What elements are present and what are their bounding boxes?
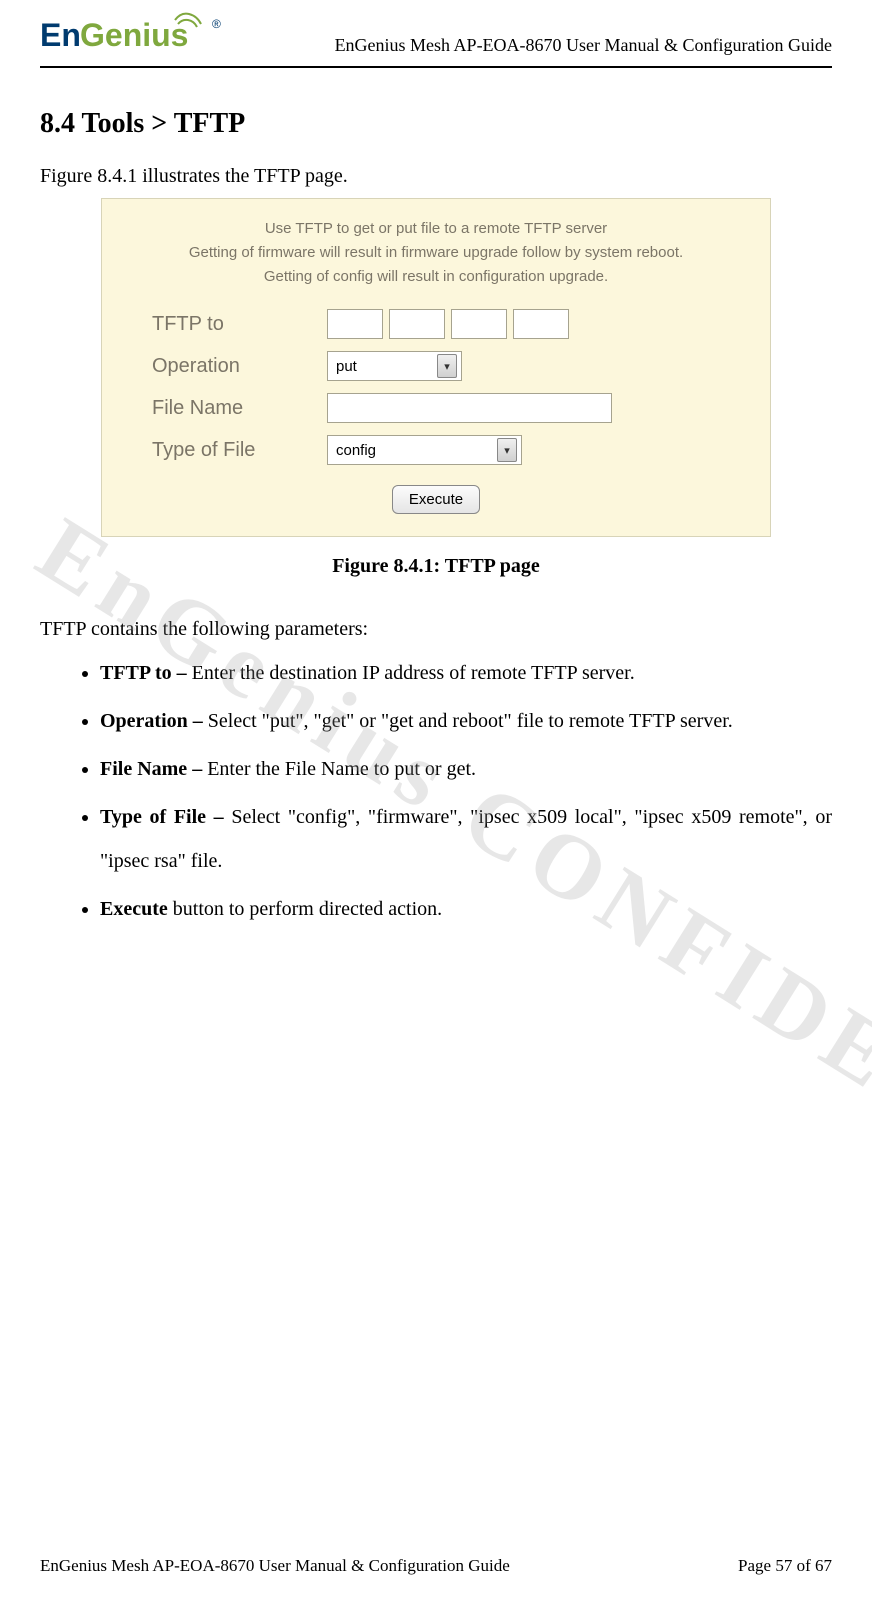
label-tftp-to: TFTP to [152, 313, 307, 336]
param-label: Execute [100, 898, 168, 920]
param-desc: Select "put", "get" or "get and reboot" … [208, 710, 733, 732]
file-name-input[interactable] [327, 393, 612, 423]
figure-caption: Figure 8.4.1: TFTP page [40, 555, 832, 578]
svg-text:®: ® [212, 17, 221, 31]
param-desc: Enter the destination IP address of remo… [192, 662, 635, 684]
section-heading: 8.4 Tools > TFTP [40, 108, 832, 140]
tftp-ip-octet-3[interactable] [451, 309, 507, 339]
screenshot-desc-1: Use TFTP to get or put file to a remote … [122, 217, 750, 241]
tftp-screenshot-panel: Use TFTP to get or put file to a remote … [101, 198, 771, 537]
params-list: TFTP to – Enter the destination IP addre… [40, 651, 832, 931]
tftp-to-ip-group [327, 309, 612, 339]
chevron-down-icon: ▾ [497, 438, 517, 462]
param-desc: Enter the File Name to put or get. [207, 758, 476, 780]
label-type-of-file: Type of File [152, 439, 307, 462]
type-of-file-value: config [336, 442, 376, 459]
chevron-down-icon: ▾ [437, 354, 457, 378]
svg-text:Genius: Genius [80, 17, 188, 53]
section-intro: Figure 8.4.1 illustrates the TFTP page. [40, 165, 832, 188]
type-of-file-select[interactable]: config ▾ [327, 435, 522, 465]
list-item: Execute button to perform directed actio… [100, 887, 832, 931]
header-doc-title: EnGenius Mesh AP-EOA-8670 User Manual & … [335, 35, 832, 56]
tftp-ip-octet-1[interactable] [327, 309, 383, 339]
page-header: En Genius ® EnGenius Mesh AP-EOA-8670 Us… [40, 0, 832, 68]
execute-button[interactable]: Execute [392, 485, 480, 514]
label-file-name: File Name [152, 397, 307, 420]
screenshot-desc-2: Getting of firmware will result in firmw… [122, 241, 750, 265]
svg-text:En: En [40, 17, 81, 53]
param-label: TFTP to – [100, 662, 192, 684]
params-intro: TFTP contains the following parameters: [40, 618, 832, 641]
footer-left: EnGenius Mesh AP-EOA-8670 User Manual & … [40, 1556, 510, 1576]
param-desc: button to perform directed action. [168, 898, 442, 920]
page-footer: EnGenius Mesh AP-EOA-8670 User Manual & … [40, 1556, 832, 1576]
operation-select[interactable]: put ▾ [327, 351, 462, 381]
list-item: Type of File – Select "config", "firmwar… [100, 795, 832, 883]
tftp-ip-octet-2[interactable] [389, 309, 445, 339]
param-label: Operation – [100, 710, 208, 732]
param-label: Type of File – [100, 806, 231, 828]
list-item: File Name – Enter the File Name to put o… [100, 747, 832, 791]
tftp-ip-octet-4[interactable] [513, 309, 569, 339]
engenius-logo: En Genius ® [40, 10, 230, 58]
label-operation: Operation [152, 355, 307, 378]
operation-value: put [336, 358, 357, 375]
list-item: Operation – Select "put", "get" or "get … [100, 699, 832, 743]
list-item: TFTP to – Enter the destination IP addre… [100, 651, 832, 695]
footer-right: Page 57 of 67 [738, 1556, 832, 1576]
screenshot-desc-3: Getting of config will result in configu… [122, 265, 750, 289]
param-label: File Name – [100, 758, 207, 780]
